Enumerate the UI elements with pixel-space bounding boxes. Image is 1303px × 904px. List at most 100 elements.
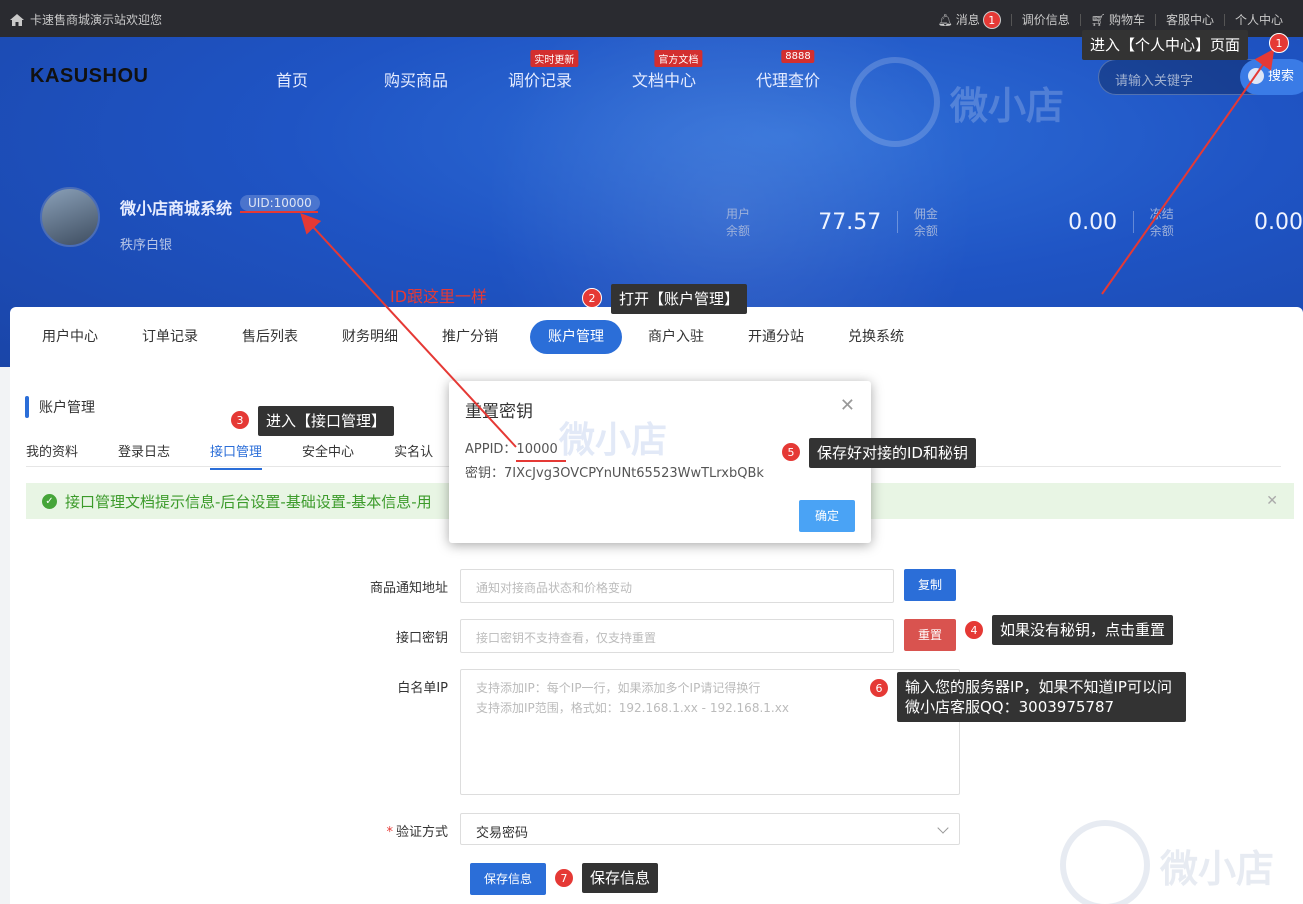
tab-exchange[interactable]: 兑换系统 bbox=[836, 320, 916, 354]
check-circle-icon: ✓ bbox=[42, 493, 57, 509]
alert-text: 接口管理文档提示信息-后台设置-基础设置-基本信息-用 bbox=[65, 492, 432, 511]
tab-account-management[interactable]: 账户管理 bbox=[530, 320, 622, 354]
chevron-down-icon bbox=[937, 822, 949, 834]
personal-center-link[interactable]: 个人中心 bbox=[1223, 14, 1293, 26]
required-mark: * bbox=[386, 825, 393, 840]
member-level: 秩序白银 bbox=[120, 238, 173, 253]
nav-label: 文档中心 bbox=[631, 71, 696, 90]
uid-badge: UID:10000 bbox=[240, 195, 320, 211]
site-logo[interactable]: KASUSHOU bbox=[30, 65, 148, 88]
top-links: 🔔︎ 消息 1 调价信息 🛒︎ 购物车 客服中心 个人中心 bbox=[927, 11, 1293, 29]
bell-icon: 🔔︎ bbox=[937, 13, 953, 27]
appid-label: APPID： bbox=[465, 442, 517, 457]
home-icon[interactable] bbox=[10, 13, 24, 26]
secret-label: 密钥： bbox=[465, 466, 505, 481]
nav-price-records[interactable]: 实时更新调价记录 bbox=[478, 50, 602, 91]
nav-tag: 实时更新 bbox=[530, 50, 579, 67]
section-title: 账户管理 bbox=[25, 395, 95, 419]
nav-label: 代理查价 bbox=[755, 71, 820, 90]
confirm-button[interactable]: 确定 bbox=[799, 500, 855, 532]
tab-finance[interactable]: 财务明细 bbox=[330, 320, 410, 354]
balance-stats: 用户余额 77.57 佣金余额 0.00 冻结余额 0.00 bbox=[726, 205, 1303, 239]
messages-label: 消息 bbox=[955, 13, 980, 27]
step4-tooltip: 如果没有秘钥，点击重置 bbox=[992, 615, 1174, 645]
stat-divider bbox=[1133, 211, 1134, 233]
search-button[interactable]: 搜索 bbox=[1240, 59, 1303, 95]
messages-link[interactable]: 🔔︎ 消息 1 bbox=[927, 11, 1010, 29]
api-key-label: 接口密钥 bbox=[395, 631, 448, 646]
nav-home[interactable]: 首页 bbox=[230, 67, 354, 91]
message-count-badge: 1 bbox=[982, 11, 1001, 29]
tab-orders[interactable]: 订单记录 bbox=[130, 320, 210, 354]
step5-tooltip: 保存好对接的ID和秘钥 bbox=[809, 438, 976, 468]
welcome-text: 卡速售商城演示站欢迎您 bbox=[30, 13, 163, 27]
whitelist-placeholder-line: 支持添加IP范围，格式如：192.168.1.xx - 192.168.1.xx bbox=[476, 701, 789, 715]
price-change-link[interactable]: 调价信息 bbox=[1010, 13, 1080, 27]
verify-method-select[interactable]: 交易密码 bbox=[460, 813, 960, 845]
step1-tooltip: 进入【个人中心】页面 bbox=[1082, 30, 1249, 60]
avatar[interactable] bbox=[40, 187, 100, 247]
step3-tooltip: 进入【接口管理】 bbox=[258, 406, 395, 436]
watermark-text: 微小店 bbox=[1160, 847, 1275, 891]
step-number: 6 bbox=[869, 678, 889, 698]
welcome-area: 卡速售商城演示站欢迎您 bbox=[10, 11, 162, 28]
secret-value: 7IXcJvg3OVCPYnUNt65523WwTLrxbQBk bbox=[504, 466, 764, 481]
stat-divider bbox=[897, 211, 898, 233]
nav-agent-price[interactable]: 8888 代理查价 bbox=[726, 50, 850, 91]
section-title-text: 账户管理 bbox=[39, 400, 95, 416]
nav-tag: 官方文档 bbox=[654, 50, 703, 67]
close-icon[interactable]: ✕ bbox=[1266, 493, 1278, 509]
user-tabs: 用户中心 订单记录 售后列表 财务明细 推广分销 账户管理 商户入驻 开通分站 … bbox=[30, 320, 936, 354]
commission-balance-value: 0.00 bbox=[1068, 209, 1118, 235]
save-button[interactable]: 保存信息 bbox=[470, 863, 547, 895]
nav-docs[interactable]: 官方文档文档中心 bbox=[602, 50, 726, 91]
tab-after-sales[interactable]: 售后列表 bbox=[230, 320, 310, 354]
api-key-input[interactable]: 接口密钥不支持查看，仅支持重置 bbox=[460, 619, 894, 653]
uid-annotation-underline bbox=[240, 211, 318, 213]
dialog-title: 重置密钥 bbox=[465, 402, 533, 422]
step-number: 5 bbox=[781, 442, 801, 462]
step-number: 3 bbox=[230, 410, 250, 430]
section-title-bar bbox=[25, 396, 29, 418]
search-box: 请输入关键字 搜索 bbox=[1098, 59, 1303, 95]
copy-button[interactable]: 复制 bbox=[904, 569, 957, 601]
secret-row: 密钥：7IXcJvg3OVCPYnUNt65523WwTLrxbQBk bbox=[465, 462, 764, 481]
shop-name: 微小店商城系统 bbox=[120, 199, 233, 218]
commission-balance-label: 佣金余额 bbox=[913, 207, 938, 238]
frozen-balance-value: 0.00 bbox=[1254, 209, 1303, 235]
nav-label: 调价记录 bbox=[507, 71, 572, 90]
tab-merchant[interactable]: 商户入驻 bbox=[636, 320, 716, 354]
close-icon[interactable]: ✕ bbox=[840, 395, 855, 416]
reset-key-dialog: 微小店 重置密钥 ✕ APPID：10000 密钥：7IXcJvg3OVCPYn… bbox=[449, 381, 871, 543]
dialog-watermark: 微小店 bbox=[559, 420, 668, 461]
watermark-text: 微小店 bbox=[950, 84, 1065, 128]
step6-tooltip: 输入您的服务器IP，如果不知道IP可以问微小店客服QQ：3003975787 bbox=[897, 672, 1186, 722]
notify-url-input[interactable]: 通知对接商品状态和价格变动 bbox=[460, 569, 894, 603]
support-link[interactable]: 客服中心 bbox=[1154, 13, 1224, 27]
appid-row: APPID：10000 bbox=[465, 438, 558, 457]
watermark-house-icon bbox=[1060, 820, 1150, 904]
search-input[interactable]: 请输入关键字 bbox=[1098, 59, 1258, 95]
verify-method-label: * 验证方式 bbox=[328, 821, 448, 840]
tab-promotion[interactable]: 推广分销 bbox=[430, 320, 510, 354]
step-number: 7 bbox=[554, 868, 574, 888]
step7-tooltip: 保存信息 bbox=[582, 863, 659, 893]
price-change-label: 调价信息 bbox=[1021, 13, 1070, 27]
verify-method-label-text: 验证方式 bbox=[395, 825, 448, 840]
step2-tooltip: 打开【账户管理】 bbox=[611, 284, 748, 314]
logo-text: KASUSHOU bbox=[30, 65, 149, 87]
search-button-label: 搜索 bbox=[1268, 69, 1295, 84]
user-balance-value: 77.57 bbox=[818, 209, 882, 235]
tab-user-center[interactable]: 用户中心 bbox=[30, 320, 110, 354]
verify-method-value: 交易密码 bbox=[476, 826, 529, 841]
tab-substation[interactable]: 开通分站 bbox=[736, 320, 816, 354]
step-number: 4 bbox=[964, 620, 984, 640]
reset-button[interactable]: 重置 bbox=[904, 619, 957, 651]
cart-link[interactable]: 🛒︎ 购物车 bbox=[1079, 14, 1155, 26]
support-label: 客服中心 bbox=[1165, 13, 1214, 27]
id-note: ID跟这里一样 bbox=[390, 287, 488, 306]
whitelist-label: 白名单IP bbox=[397, 681, 448, 696]
search-icon bbox=[1248, 68, 1264, 84]
nav-buy-products[interactable]: 购买商品 bbox=[354, 67, 478, 91]
main-nav: 首页 购买商品 实时更新调价记录 官方文档文档中心 8888 代理查价 bbox=[230, 50, 850, 91]
